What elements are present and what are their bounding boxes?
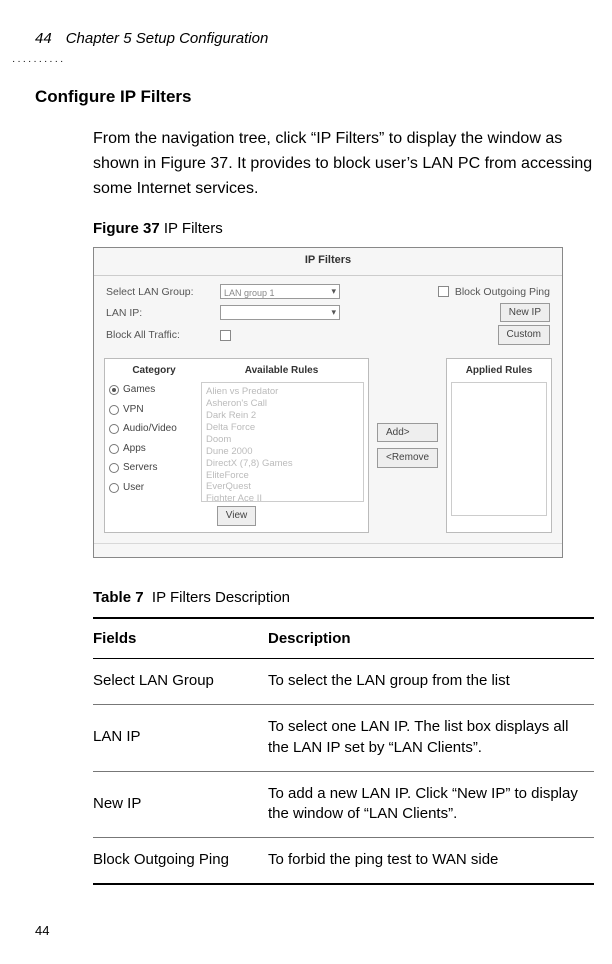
category-list: Games VPN Audio/Video Apps Servers User: [109, 382, 197, 502]
cell-field: Select LAN Group: [93, 659, 268, 705]
figure-panel-title: IP Filters: [94, 248, 562, 276]
figure-form-area: Select LAN Group: LAN group 1 Block Outg…: [94, 276, 562, 354]
body-paragraph: From the navigation tree, click “IP Filt…: [93, 127, 594, 201]
table-header-description: Description: [268, 618, 594, 659]
list-item[interactable]: EliteForce: [206, 470, 359, 482]
applied-rules-listbox[interactable]: [451, 382, 547, 516]
list-item[interactable]: Dark Rein 2: [206, 410, 359, 422]
cell-field: New IP: [93, 771, 268, 837]
list-item[interactable]: Doom: [206, 434, 359, 446]
col-header-available-rules: Available Rules: [199, 363, 364, 379]
select-lan-group-dropdown[interactable]: LAN group 1: [220, 284, 340, 299]
table-row: LAN IP To select one LAN IP. The list bo…: [93, 705, 594, 771]
label-block-all-traffic: Block All Traffic:: [106, 327, 214, 343]
transfer-buttons: Add> <Remove: [375, 358, 440, 533]
radio-icon: [109, 483, 119, 493]
table-title: IP Filters Description: [152, 589, 290, 606]
figure-caption: Figure 37 IP Filters: [93, 217, 594, 240]
ip-filters-description-table: Fields Description Select LAN Group To s…: [93, 617, 594, 884]
list-item[interactable]: Asheron's Call: [206, 398, 359, 410]
figure-ip-filters-screenshot: IP Filters Select LAN Group: LAN group 1…: [93, 247, 563, 558]
cell-field: Block Outgoing Ping: [93, 837, 268, 883]
available-rules-listbox[interactable]: Alien vs Predator Asheron's Call Dark Re…: [201, 382, 364, 502]
checkbox-block-outgoing-ping[interactable]: [438, 286, 449, 297]
radio-icon: [109, 424, 119, 434]
col-header-category: Category: [109, 363, 199, 379]
new-ip-button[interactable]: New IP: [500, 303, 550, 323]
category-option[interactable]: Apps: [109, 441, 197, 457]
figure-title: IP Filters: [164, 220, 223, 237]
category-option[interactable]: VPN: [109, 402, 197, 418]
header-decor-dots: ··········: [12, 56, 65, 67]
table-row: Select LAN Group To select the LAN group…: [93, 659, 594, 705]
cell-field: LAN IP: [93, 705, 268, 771]
radio-icon: [109, 405, 119, 415]
category-option[interactable]: User: [109, 480, 197, 496]
custom-button[interactable]: Custom: [498, 325, 550, 345]
view-button[interactable]: View: [217, 506, 257, 526]
checkbox-block-all-traffic[interactable]: [220, 330, 231, 341]
add-rule-button[interactable]: Add>: [377, 423, 438, 443]
table-row: Block Outgoing Ping To forbid the ping t…: [93, 837, 594, 883]
label-block-outgoing-ping: Block Outgoing Ping: [455, 284, 550, 300]
list-item[interactable]: Fighter Ace II: [206, 493, 359, 502]
cell-desc: To add a new LAN IP. Click “New IP” to d…: [268, 771, 594, 837]
list-item[interactable]: EverQuest: [206, 481, 359, 493]
section-title: Configure IP Filters: [35, 87, 594, 107]
table-row: New IP To add a new LAN IP. Click “New I…: [93, 771, 594, 837]
remove-rule-button[interactable]: <Remove: [377, 448, 438, 468]
table-header-fields: Fields: [93, 618, 268, 659]
category-option[interactable]: Games: [109, 382, 197, 398]
radio-icon: [109, 444, 119, 454]
cell-desc: To select the LAN group from the list: [268, 659, 594, 705]
table-caption: Table 7 IP Filters Description: [93, 586, 594, 609]
radio-icon: [109, 385, 119, 395]
radio-icon: [109, 463, 119, 473]
header-chapter-title: Chapter 5 Setup Configuration: [66, 30, 269, 47]
list-item[interactable]: DirectX (7,8) Games: [206, 458, 359, 470]
table-label: Table 7: [93, 589, 144, 606]
col-header-applied-rules: Applied Rules: [451, 363, 547, 379]
cell-desc: To forbid the ping test to WAN side: [268, 837, 594, 883]
cell-desc: To select one LAN IP. The list box displ…: [268, 705, 594, 771]
available-rules-panel: Category Available Rules Games VPN Audio…: [104, 358, 369, 533]
figure-label: Figure 37: [93, 220, 160, 237]
select-lan-group-value: LAN group 1: [221, 288, 275, 298]
footer-page-number: 44: [35, 923, 49, 938]
page-header: 44 Chapter 5 Setup Configuration: [35, 30, 594, 47]
list-item[interactable]: Dune 2000: [206, 446, 359, 458]
header-page-number: 44: [35, 30, 52, 47]
label-select-lan-group: Select LAN Group:: [106, 284, 214, 300]
list-item[interactable]: Delta Force: [206, 422, 359, 434]
category-option[interactable]: Servers: [109, 460, 197, 476]
figure-footer-bar: [94, 543, 562, 557]
label-lan-ip: LAN IP:: [106, 305, 214, 321]
applied-rules-panel: Applied Rules: [446, 358, 552, 533]
category-option[interactable]: Audio/Video: [109, 421, 197, 437]
select-lan-ip-dropdown[interactable]: [220, 305, 340, 320]
list-item[interactable]: Alien vs Predator: [206, 386, 359, 398]
